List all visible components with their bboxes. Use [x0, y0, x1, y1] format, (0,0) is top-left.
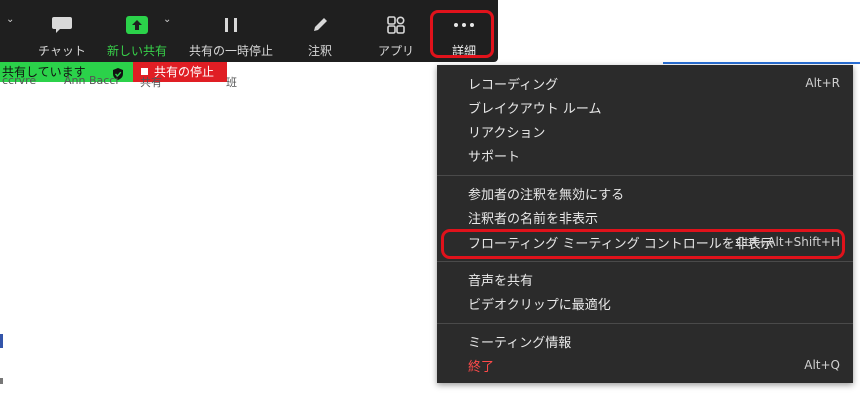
more-button-highlight — [430, 10, 494, 58]
new-share-button[interactable]: 新しい共有 — [105, 0, 169, 62]
chat-icon — [51, 14, 73, 36]
annotate-label: 注釈 — [307, 44, 332, 58]
menu-divider — [437, 261, 853, 262]
menu-item-label: 参加者の注釈を無効にする — [468, 187, 625, 203]
menu-item-label: 注釈者の名前を非表示 — [468, 211, 599, 227]
pencil-icon — [310, 14, 330, 36]
apps-icon — [385, 14, 407, 36]
menu-item-disable-annotation[interactable]: 参加者の注釈を無効にする — [437, 181, 853, 205]
stop-share-label: 共有の停止 — [154, 65, 215, 79]
menu-item-label: ブレイクアウト ルーム — [468, 101, 602, 117]
background-text: Ann Bacci — [64, 74, 119, 87]
menu-item-label: リアクション — [468, 125, 546, 141]
background-text: 共有 — [140, 76, 162, 89]
menu-divider — [437, 323, 853, 324]
menu-item-label: サポート — [468, 149, 521, 165]
menu-item-label: ミーティング情報 — [468, 335, 572, 351]
menu-item-label: レコーディング — [468, 77, 559, 93]
pause-icon — [222, 14, 240, 36]
new-share-label: 新しい共有 — [106, 44, 167, 58]
menu-item-hide-annotator-names[interactable]: 注釈者の名前を非表示 — [437, 205, 853, 229]
menu-item-share-audio[interactable]: 音声を共有 — [437, 267, 853, 291]
menu-divider — [437, 175, 853, 176]
menu-item-label: ビデオクリップに最適化 — [468, 297, 611, 313]
menu-item-support[interactable]: サポート — [437, 143, 853, 167]
apps-button[interactable]: アプリ — [374, 0, 418, 62]
background-mark — [0, 334, 3, 348]
apps-label: アプリ — [377, 44, 414, 58]
chat-button[interactable]: チャット — [38, 0, 86, 62]
pause-share-button[interactable]: 共有の一時停止 — [186, 0, 276, 62]
background-blue-line — [663, 62, 860, 64]
chevron-down-icon[interactable]: ⌄ — [6, 14, 14, 25]
menu-item-shortcut: Alt+R — [805, 76, 840, 90]
menu-item-reactions[interactable]: リアクション — [437, 119, 853, 143]
menu-item-recording[interactable]: レコーディング Alt+R — [437, 71, 853, 95]
menu-item-optimize-video[interactable]: ビデオクリップに最適化 — [437, 291, 853, 315]
menu-item-end[interactable]: 終了 Alt+Q — [437, 353, 853, 377]
background-mark — [0, 378, 3, 384]
menu-item-label: 終了 — [468, 359, 495, 375]
background-text: ccrvre — [2, 74, 37, 87]
menu-item-label: 音声を共有 — [468, 273, 534, 289]
more-options-menu: レコーディング Alt+R ブレイクアウト ルーム リアクション サポート 参加… — [437, 65, 853, 383]
background-text: 班 — [226, 76, 237, 89]
annotate-button[interactable]: 注釈 — [298, 0, 342, 62]
share-screen-icon — [125, 14, 149, 36]
menu-item-breakout-rooms[interactable]: ブレイクアウト ルーム — [437, 95, 853, 119]
menu-item-shortcut: Alt+Q — [804, 358, 840, 372]
menu-item-meeting-info[interactable]: ミーティング情報 — [437, 329, 853, 353]
share-options-chevron-icon[interactable]: ⌄ — [163, 14, 171, 25]
chat-label: チャット — [38, 44, 86, 58]
meeting-toolbar: ⌄ チャット 新しい共有 ⌄ 共有の一時停止 注釈 アプリ 詳細 — [0, 0, 498, 62]
pause-share-label: 共有の一時停止 — [188, 44, 273, 58]
menu-item-highlight — [441, 229, 845, 259]
